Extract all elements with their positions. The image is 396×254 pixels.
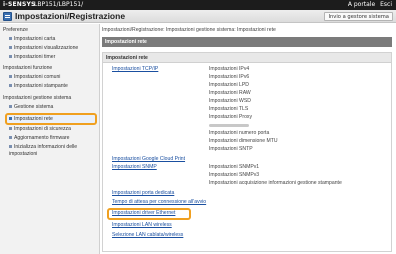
sidebar-item-system-management[interactable]: Gestione sistema	[9, 104, 95, 110]
network-settings-panel: Impostazioni rete Impostazioni TCP/IP Im…	[102, 52, 392, 252]
panel-title: Impostazioni rete	[103, 53, 391, 63]
wired-wireless-select-link[interactable]: Selezione LAN cablata/wireless	[112, 232, 183, 238]
brand-logo: i-SENSYS	[3, 1, 36, 8]
sidebar-item-label: Aggiornamento firmware	[14, 135, 70, 141]
sidebar-section-preferences: Preferenze	[3, 27, 28, 33]
bullet-icon	[9, 46, 12, 50]
bullet-icon	[9, 84, 12, 88]
bullet-icon	[9, 117, 12, 121]
bullet-icon	[9, 136, 12, 140]
sidebar-item-label: Gestione sistema	[14, 104, 54, 110]
bullet-icon	[9, 145, 12, 149]
section-title-bar: Impostazioni rete	[102, 37, 392, 47]
top-bar: i-SENSYS LBP151/LBP151/ A portale Esci	[0, 0, 396, 10]
tls-settings: Impostazioni TLS	[209, 106, 249, 112]
sidebar-item-firmware[interactable]: Aggiornamento firmware	[9, 135, 95, 141]
sidebar: Preferenze Impostazioni carta Impostazio…	[0, 24, 100, 254]
main-content: Impostazioni/Registrazione: Impostazioni…	[102, 24, 396, 254]
portal-link[interactable]: A portale	[348, 1, 375, 8]
sidebar-item-label: Impostazioni di sicurezza	[14, 126, 71, 132]
logout-link[interactable]: Esci	[380, 1, 392, 8]
sntp-settings: Impostazioni SNTP	[209, 146, 253, 152]
mtu-settings: Impostazioni dimensione MTU	[209, 138, 278, 144]
device-model: LBP151/LBP151/	[34, 1, 84, 8]
proxy-settings: Impostazioni Proxy	[209, 114, 253, 120]
sidebar-item-printer[interactable]: Impostazioni stampante	[9, 83, 95, 89]
lpd-settings: Impostazioni LPD	[209, 82, 249, 88]
wireless-lan-link[interactable]: Impostazioni LAN wireless	[112, 222, 172, 228]
bullet-icon	[9, 75, 12, 79]
bullet-icon	[9, 55, 12, 59]
bullet-icon	[9, 127, 12, 131]
sidebar-item-label: Inizializza informazioni delle impostazi…	[9, 144, 78, 157]
sidebar-item-network[interactable]: Impostazioni rete	[5, 113, 97, 125]
sidebar-item-label: Impostazioni carta	[14, 36, 56, 42]
port-number-settings: Impostazioni numero porta	[209, 130, 270, 136]
startup-wait-time-link[interactable]: Tempo di attesa per connessione all'avvi…	[112, 199, 206, 205]
breadcrumb: Impostazioni/Registrazione: Impostazioni…	[102, 27, 276, 33]
page-header: Impostazioni/Registrazione Invio a gesto…	[0, 10, 396, 23]
snmpv3-settings: Impostazioni SNMPv3	[209, 172, 260, 178]
bullet-icon	[9, 105, 12, 109]
sidebar-item-paper[interactable]: Impostazioni carta	[9, 36, 95, 42]
sidebar-item-initialize[interactable]: Inizializza informazioni delle impostazi…	[9, 144, 89, 157]
wsd-settings: Impostazioni WSD	[209, 98, 251, 104]
bullet-icon	[9, 37, 12, 41]
tcpip-settings-link[interactable]: Impostazioni TCP/IP	[112, 66, 158, 72]
sidebar-item-label: Impostazioni rete	[14, 116, 53, 122]
sidebar-section-function: Impostazioni funzione	[3, 65, 53, 71]
sidebar-item-label: Impostazioni visualizzazione	[14, 45, 79, 51]
page-title: Impostazioni/Registrazione	[15, 11, 126, 21]
sidebar-item-display[interactable]: Impostazioni visualizzazione	[9, 45, 95, 51]
goto-system-manager-button[interactable]: Invio a gestore sistema	[324, 12, 393, 21]
sidebar-section-system-management: Impostazioni gestione sistema	[3, 95, 72, 101]
ipv6-settings: Impostazioni IPv6	[209, 74, 250, 80]
sidebar-item-label: Impostazioni comuni	[14, 74, 61, 80]
settings-icon	[3, 12, 12, 21]
google-cloud-print-link[interactable]: Impostazioni Google Cloud Print	[112, 156, 185, 162]
sidebar-item-security[interactable]: Impostazioni di sicurezza	[9, 126, 95, 132]
sidebar-item-common[interactable]: Impostazioni comuni	[9, 74, 95, 80]
snmp-settings-link[interactable]: Impostazioni SNMP	[112, 164, 157, 170]
ipv4-settings: Impostazioni IPv4	[209, 66, 250, 72]
sidebar-item-label: Impostazioni timer	[14, 54, 56, 60]
raw-settings: Impostazioni RAW	[209, 90, 251, 96]
ethernet-driver-link[interactable]: Impostazioni driver Ethernet	[112, 210, 175, 216]
printer-info-settings: Impostazioni acquisizione informazioni g…	[209, 180, 342, 186]
dedicated-port-link[interactable]: Impostazioni porta dedicata	[112, 190, 174, 196]
sidebar-item-timer[interactable]: Impostazioni timer	[9, 54, 95, 60]
snmpv1-settings: Impostazioni SNMPv1	[209, 164, 260, 170]
sidebar-item-label: Impostazioni stampante	[14, 83, 68, 89]
blurred-line	[209, 124, 249, 127]
